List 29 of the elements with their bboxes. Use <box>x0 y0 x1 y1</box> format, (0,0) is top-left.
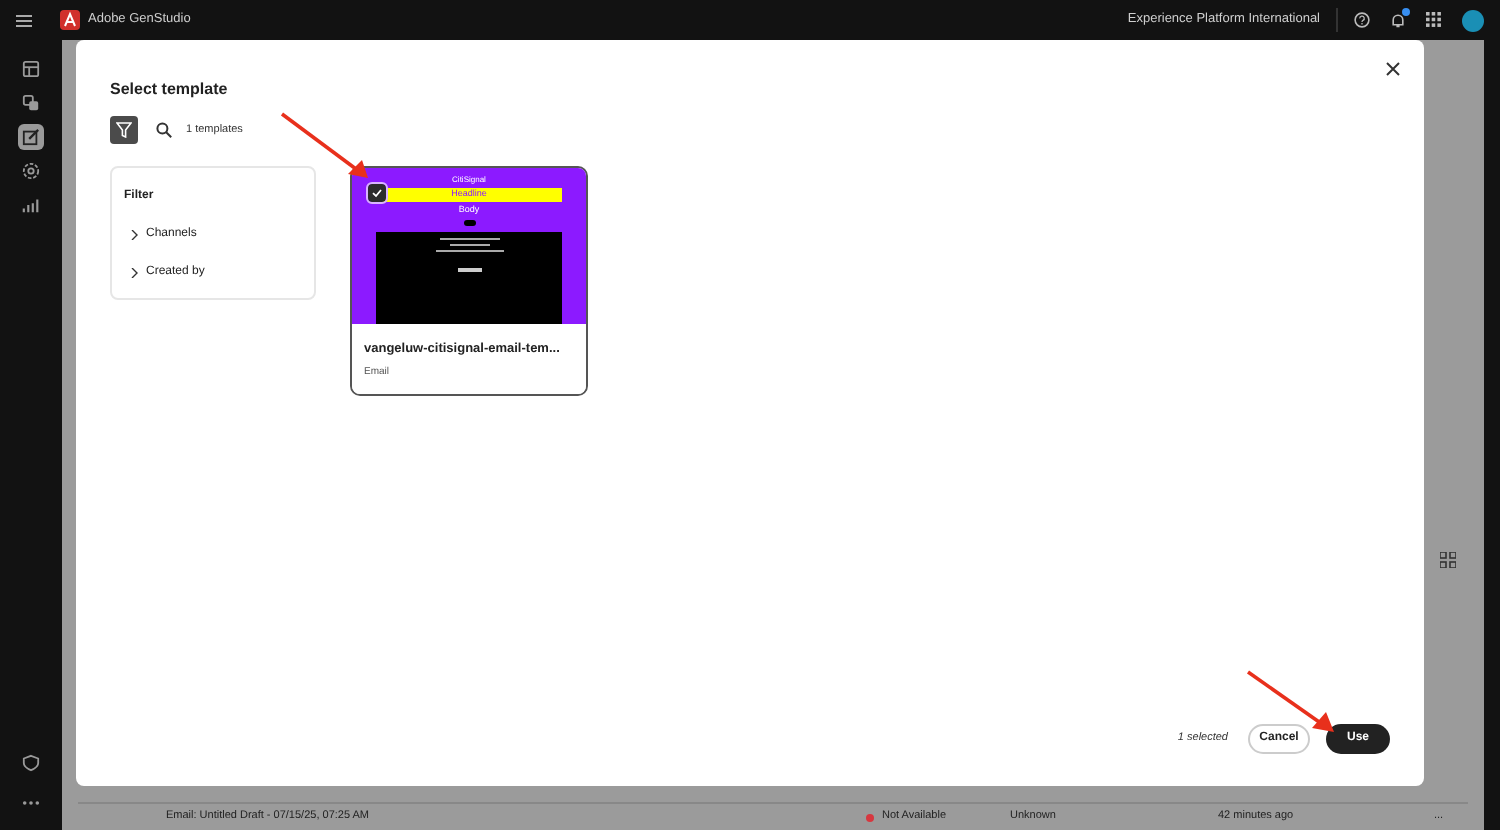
menu-icon[interactable] <box>16 13 32 27</box>
avatar[interactable] <box>1462 9 1484 31</box>
filter-button[interactable] <box>110 116 138 144</box>
bell-icon[interactable] <box>1390 12 1406 28</box>
stacked-squares-icon <box>22 94 40 112</box>
chevron-icon <box>130 268 138 278</box>
edit-icon <box>22 128 40 146</box>
checkmark-icon <box>372 188 382 198</box>
dialog-title: Select template <box>110 78 228 102</box>
preview-button-drawing <box>463 220 475 227</box>
search-icon[interactable] <box>156 122 172 138</box>
sidebar-item[interactable] <box>18 124 44 150</box>
sidebar-item[interactable] <box>18 158 44 184</box>
calendar-icon <box>22 60 40 78</box>
bar-chart-icon <box>22 196 40 214</box>
more-icon <box>22 800 40 806</box>
chevron-icon <box>130 230 138 240</box>
sidebar-item[interactable] <box>18 56 44 82</box>
help-icon[interactable] <box>1354 12 1370 28</box>
sidebar-item[interactable] <box>18 90 44 116</box>
grid-view-icon[interactable] <box>1440 552 1456 568</box>
filter-icon <box>116 122 132 138</box>
template-checkbox[interactable] <box>368 184 386 202</box>
gear-icon <box>22 162 40 180</box>
close-icon[interactable] <box>1386 62 1400 76</box>
logo-icon <box>60 10 80 30</box>
pointer-arrow <box>280 110 372 182</box>
apps-grid-icon[interactable] <box>1426 12 1442 28</box>
shield-icon <box>22 754 40 772</box>
